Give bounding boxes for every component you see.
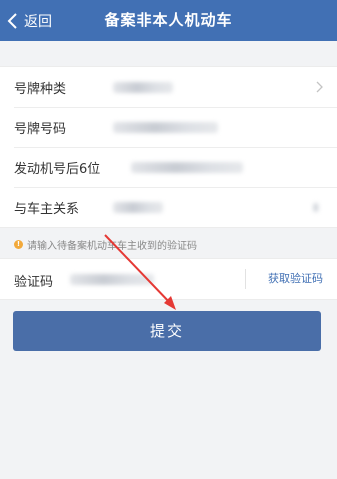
divider — [245, 269, 246, 289]
engine-number-field[interactable] — [131, 162, 243, 173]
relationship-row[interactable]: 与车主关系 — [0, 187, 337, 227]
hint-text: 请输入待备案机动车车主收到的验证码 — [27, 240, 197, 252]
relationship-indicator — [313, 203, 319, 212]
plate-type-value — [113, 82, 173, 93]
relationship-label: 与车主关系 — [14, 201, 80, 217]
chevron-right-icon — [316, 81, 323, 93]
plate-number-field[interactable] — [113, 122, 218, 133]
info-icon: ! — [14, 239, 23, 249]
plate-type-row[interactable]: 号牌种类 — [0, 67, 337, 107]
submit-button[interactable]: 提交 — [13, 311, 321, 351]
verification-field[interactable] — [70, 274, 154, 285]
verification-label: 验证码 — [14, 275, 54, 290]
plate-type-label: 号牌种类 — [14, 81, 67, 97]
plate-number-row[interactable]: 号牌号码 — [0, 107, 337, 147]
verification-row: 验证码 获取验证码 — [0, 258, 337, 300]
hint-message: ! 请输入待备案机动车车主收到的验证码 — [14, 237, 197, 252]
page-title: 备案非本人机动车 — [104, 11, 233, 29]
relationship-value — [113, 202, 163, 213]
plate-number-label: 号牌号码 — [14, 121, 67, 137]
nav-bar: 返回 备案非本人机动车 — [0, 0, 337, 41]
get-code-button[interactable]: 获取验证码 — [268, 259, 323, 299]
engine-number-label: 发动机号后6位 — [14, 161, 101, 177]
vehicle-form: 号牌种类 号牌号码 发动机号后6位 与车主关系 — [0, 66, 337, 228]
engine-number-row[interactable]: 发动机号后6位 — [0, 147, 337, 187]
